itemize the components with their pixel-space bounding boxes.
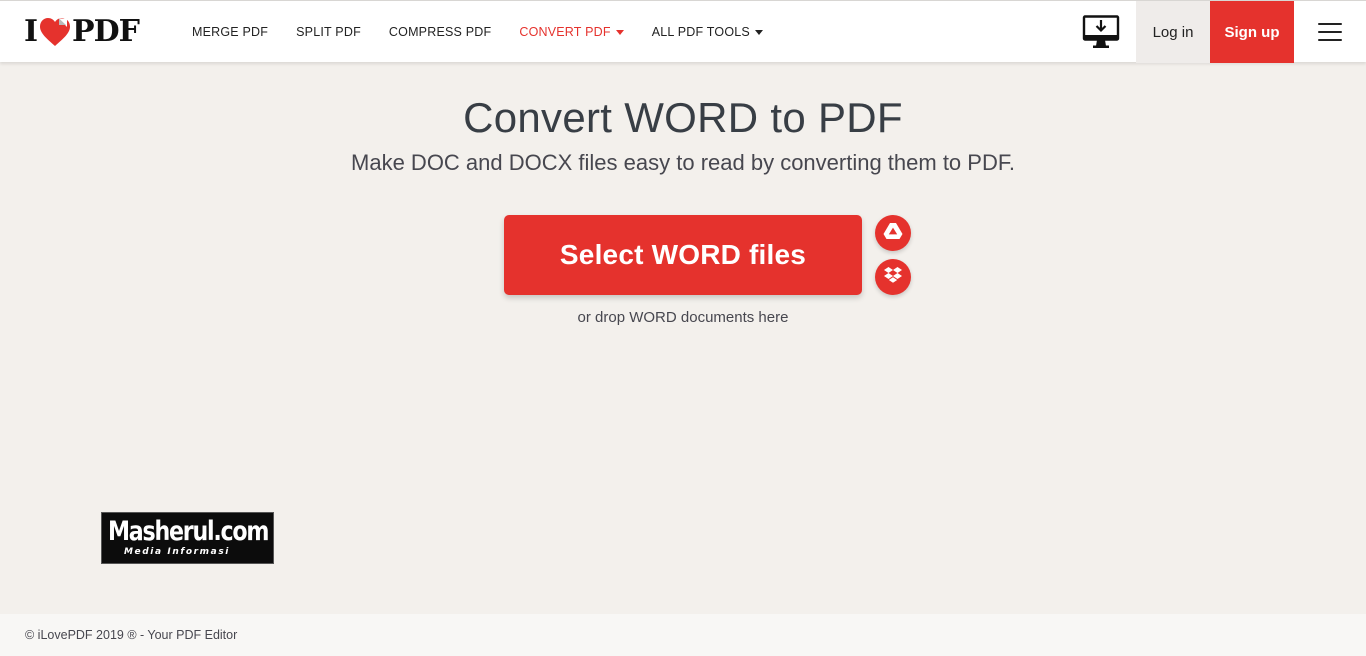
dropbox-button[interactable] xyxy=(875,259,911,295)
ilovepdf-logo[interactable]: I PDF xyxy=(24,14,140,49)
nav-item-convert-pdf[interactable]: CONVERT PDF xyxy=(519,25,624,39)
menu-bar xyxy=(1318,23,1342,25)
caret-down-icon xyxy=(615,29,624,35)
logo-text-i: I xyxy=(24,14,38,49)
logo-text-pdf: PDF xyxy=(72,14,140,49)
top-navbar: I PDF MERGE PDF SPLIT PDF COMPRESS PDF C… xyxy=(0,0,1366,63)
drop-hint: or drop WORD documents here xyxy=(577,309,789,326)
nav-item-label: COMPRESS PDF xyxy=(388,25,492,39)
nav-item-label: CONVERT PDF xyxy=(519,25,611,39)
login-button[interactable]: Log in xyxy=(1136,1,1210,63)
dropbox-icon xyxy=(883,266,903,289)
footer: © iLovePDF 2019 ® - Your PDF Editor xyxy=(0,614,1366,656)
page-subtitle: Make DOC and DOCX files easy to read by … xyxy=(351,150,1015,175)
google-drive-button[interactable] xyxy=(875,215,911,251)
select-files-button[interactable]: Select WORD files xyxy=(504,215,862,295)
desktop-download-icon[interactable] xyxy=(1082,15,1120,49)
google-drive-icon xyxy=(883,222,903,245)
heart-icon xyxy=(39,17,71,47)
nav-item-label: SPLIT PDF xyxy=(296,25,361,39)
caret-down-icon xyxy=(754,29,763,35)
page-title: Convert WORD to PDF xyxy=(463,94,903,141)
watermark-title: Masherul.com xyxy=(108,516,269,547)
menu-bar xyxy=(1318,31,1342,33)
nav-item-merge-pdf[interactable]: MERGE PDF xyxy=(192,25,268,39)
menu-bar xyxy=(1318,39,1342,41)
nav-item-label: MERGE PDF xyxy=(192,25,269,39)
hamburger-menu-icon[interactable] xyxy=(1318,23,1342,41)
copyright-text: © iLovePDF 2019 ® - Your PDF Editor xyxy=(25,628,238,642)
main-nav: MERGE PDF SPLIT PDF COMPRESS PDF CONVERT… xyxy=(192,1,791,63)
nav-item-compress-pdf[interactable]: COMPRESS PDF xyxy=(389,25,491,39)
nav-item-all-pdf-tools[interactable]: ALL PDF TOOLS xyxy=(652,25,763,39)
watermark-subtitle: Media Informasi xyxy=(124,547,230,557)
nav-item-split-pdf[interactable]: SPLIT PDF xyxy=(296,25,361,39)
masherul-watermark-logo: Masherul.com Media Informasi xyxy=(101,512,274,564)
nav-item-label: ALL PDF TOOLS xyxy=(651,25,750,39)
signup-button[interactable]: Sign up xyxy=(1210,1,1294,63)
